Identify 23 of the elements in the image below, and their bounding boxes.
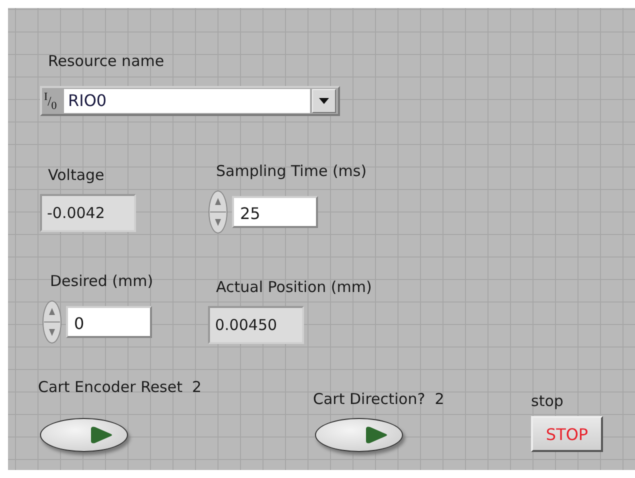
dropdown-value: RIO0	[64, 89, 310, 113]
triangle-icon	[91, 426, 113, 444]
caret-icon	[319, 98, 329, 104]
triangle-icon	[366, 426, 388, 444]
control-label: Voltage	[47, 165, 106, 186]
oval-button[interactable]	[40, 418, 128, 452]
spin-buttons[interactable]	[42, 300, 62, 344]
control-label: Cart Encoder Reset 2	[37, 377, 203, 398]
control-label: Actual Position (mm)	[215, 277, 373, 298]
numeric-field[interactable]: 0	[66, 306, 152, 338]
spin-buttons[interactable]	[208, 190, 228, 234]
io-prefix: $^{I}$/$_{0}$	[44, 92, 58, 110]
control-label: Resource name	[47, 51, 166, 72]
control-label: Desired (mm)	[49, 271, 154, 292]
oval-button[interactable]	[315, 418, 403, 452]
resource-dropdown[interactable]: $^{I}$/$_{0}$ RIO0	[40, 86, 340, 116]
numeric-field[interactable]: 25	[232, 196, 318, 228]
control-label: Cart Direction? 2	[312, 389, 446, 410]
control-label: stop	[530, 391, 564, 412]
numeric-indicator: 0.00450	[208, 306, 304, 344]
dropdown-arrow-button[interactable]	[312, 89, 336, 113]
numeric-indicator: -0.0042	[40, 194, 136, 232]
control-label: Sampling Time (ms)	[215, 161, 368, 182]
